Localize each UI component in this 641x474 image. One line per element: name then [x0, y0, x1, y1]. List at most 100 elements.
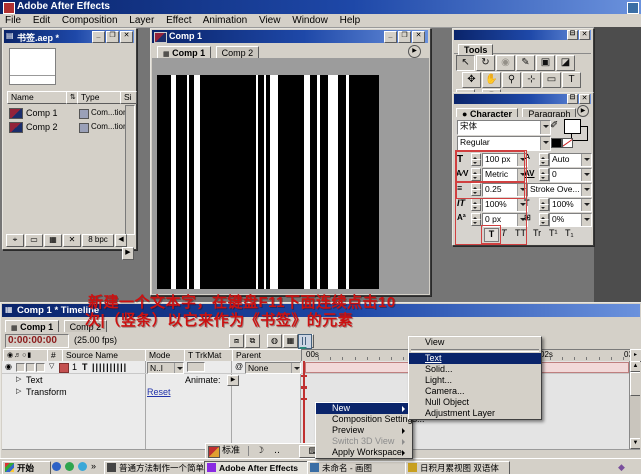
moon-icon[interactable]: ☽ [256, 444, 264, 457]
comp-flowchart-icon[interactable]: ⧉ [245, 334, 260, 348]
reset-link[interactable]: Reset [147, 386, 171, 398]
hand-tool[interactable]: ✋ [482, 72, 501, 88]
panel-menu-button[interactable]: ▶ [408, 45, 421, 58]
timeline-scrollbar[interactable]: ▲ ▼ [629, 361, 640, 449]
prop-row-transform[interactable]: ▷ Transform Reset [2, 386, 640, 398]
quick-launch-icon[interactable] [78, 462, 87, 471]
scroll-up-icon[interactable]: ▲ [630, 361, 640, 372]
selection-tool[interactable]: ↖ [456, 55, 475, 71]
project-scrollbar[interactable] [125, 105, 135, 235]
comp-canvas[interactable] [157, 75, 379, 289]
task-button-4[interactable]: 日积月累视图 双语体 [405, 461, 510, 474]
twirl-icon[interactable]: ▷ [16, 374, 21, 386]
menu-help[interactable]: Help [340, 15, 361, 26]
chevron-down-icon[interactable] [581, 154, 591, 166]
prop-label[interactable]: Text [26, 374, 43, 386]
find-icon[interactable]: ⌖ [6, 234, 24, 247]
close-button[interactable]: ✕ [412, 31, 425, 43]
menu-item-null-object[interactable]: Null Object [409, 397, 541, 408]
menu-item-switch-3d-view[interactable]: Switch 3D View [316, 436, 412, 447]
frame-blend-icon[interactable]: ▦ [283, 334, 298, 348]
orbit-camera-tool[interactable]: ◉ [496, 55, 515, 71]
clone-stamp-tool[interactable]: ▣ [536, 55, 555, 71]
menu-item-view[interactable]: View [409, 337, 541, 348]
chevron-down-icon[interactable] [581, 199, 591, 211]
comp-titlebar[interactable]: Comp 1 _ ❐ ✕ [152, 30, 428, 43]
stroke-style-select[interactable]: Stroke Ove... [527, 183, 592, 197]
start-button[interactable]: 开始 [2, 461, 51, 474]
menu-item-text[interactable]: Text [409, 353, 541, 364]
twirl-icon[interactable]: ▷ [16, 386, 21, 398]
character-titlebar[interactable]: ⊟ ✕ [454, 94, 591, 104]
eraser-tool[interactable]: ◪ [556, 55, 575, 71]
ime-icon[interactable] [208, 446, 220, 458]
animate-menu-button[interactable]: ▶ [227, 375, 239, 386]
scrollbar-thumb[interactable] [630, 372, 640, 396]
tsume-select[interactable]: 0% [549, 213, 592, 227]
task-button-1[interactable]: 普通方法制作一个简单 [104, 461, 218, 474]
chevron-down-icon[interactable] [581, 169, 591, 181]
window-titlebar[interactable]: Adobe After Effects [0, 0, 641, 14]
font-family-select[interactable]: 宋体 [457, 120, 551, 135]
maximize-button[interactable]: ❐ [398, 31, 411, 43]
tracking-stepper[interactable] [539, 168, 548, 180]
bit-depth-button[interactable]: 8 bpc [82, 234, 114, 247]
panel-menu-button[interactable]: ▶ [577, 105, 589, 117]
project-row-comp2[interactable]: Comp 2 Com...tion [7, 121, 129, 134]
menu-layer[interactable]: Layer [129, 15, 154, 26]
menu-item-preview[interactable]: Preview [316, 425, 412, 436]
chevron-down-icon[interactable] [581, 184, 591, 196]
menu-item-apply-workspace[interactable]: Apply Workspace [316, 447, 412, 458]
menu-item-composition-settings[interactable]: Composition Settings... [316, 414, 412, 425]
parent-select[interactable]: None [245, 362, 301, 374]
hscale-select[interactable]: 100% [549, 198, 592, 212]
trkmat-box[interactable] [187, 362, 205, 372]
rotation-tool[interactable]: ↻ [476, 55, 495, 71]
tools-titlebar[interactable]: ⊟ ✕ [454, 30, 591, 40]
prop-row-text[interactable]: ▷ Text Animate: ▶ [2, 374, 640, 386]
quick-launch-icon[interactable] [65, 462, 74, 471]
column-header-type[interactable]: Type [77, 91, 124, 104]
column-header-name[interactable]: Name [7, 91, 70, 104]
menu-item-light[interactable]: Light... [409, 375, 541, 386]
hscale-stepper[interactable] [539, 198, 548, 210]
blend-mode-select[interactable]: N..l [147, 362, 184, 374]
brush-tool[interactable]: ✎ [516, 55, 535, 71]
live-update-icon[interactable]: ◍ [267, 334, 282, 348]
superscript-button[interactable]: T¹ [549, 228, 558, 238]
collapse-button[interactable]: ⊟ [567, 94, 578, 104]
type-tool[interactable]: T [562, 72, 581, 88]
menu-composition[interactable]: Composition [62, 15, 118, 26]
menu-item-solid[interactable]: Solid... [409, 364, 541, 375]
task-button-paint[interactable]: 未命名 - 画图 [307, 461, 419, 474]
no-stroke-swatch[interactable] [562, 138, 573, 148]
trash-icon[interactable]: ✕ [63, 234, 81, 247]
column-header-size[interactable]: Si [120, 91, 137, 104]
label-color-chip[interactable] [59, 363, 69, 373]
menu-view[interactable]: View [259, 15, 281, 26]
task-button-after-effects[interactable]: Adobe After Effects [204, 461, 321, 474]
small-caps-button[interactable]: Tr [533, 228, 541, 238]
pickwhip-icon[interactable]: @ [235, 361, 243, 373]
menu-file[interactable]: File [5, 15, 21, 26]
chevron-down-icon[interactable] [540, 137, 550, 150]
menu-item-adjustment-layer[interactable]: Adjustment Layer [409, 408, 541, 419]
minimize-button[interactable]: _ [92, 31, 105, 43]
lock-switch[interactable] [36, 363, 45, 372]
tracking-select[interactable]: 0 [549, 168, 592, 182]
menu-edit[interactable]: Edit [33, 15, 50, 26]
scroll-left-icon[interactable]: ◀ [115, 234, 127, 247]
comp-viewport[interactable] [152, 58, 429, 294]
chevron-down-icon[interactable] [291, 363, 300, 373]
prop-label[interactable]: Transform [26, 386, 67, 398]
punctuation-icon[interactable]: ‥ [274, 444, 280, 457]
pan-behind-tool[interactable]: ✥ [462, 72, 481, 88]
overflow-icon[interactable]: » [91, 462, 96, 471]
chevron-down-icon[interactable] [174, 363, 183, 373]
subscript-button[interactable]: T₁ [565, 228, 574, 238]
collapse-button[interactable]: ⊟ [567, 30, 578, 40]
ime-mode-label[interactable]: 标准 [222, 444, 240, 457]
eyedropper-icon[interactable]: ✐ [550, 120, 558, 131]
chevron-down-icon[interactable] [581, 214, 591, 226]
black-swatch[interactable] [551, 138, 562, 148]
